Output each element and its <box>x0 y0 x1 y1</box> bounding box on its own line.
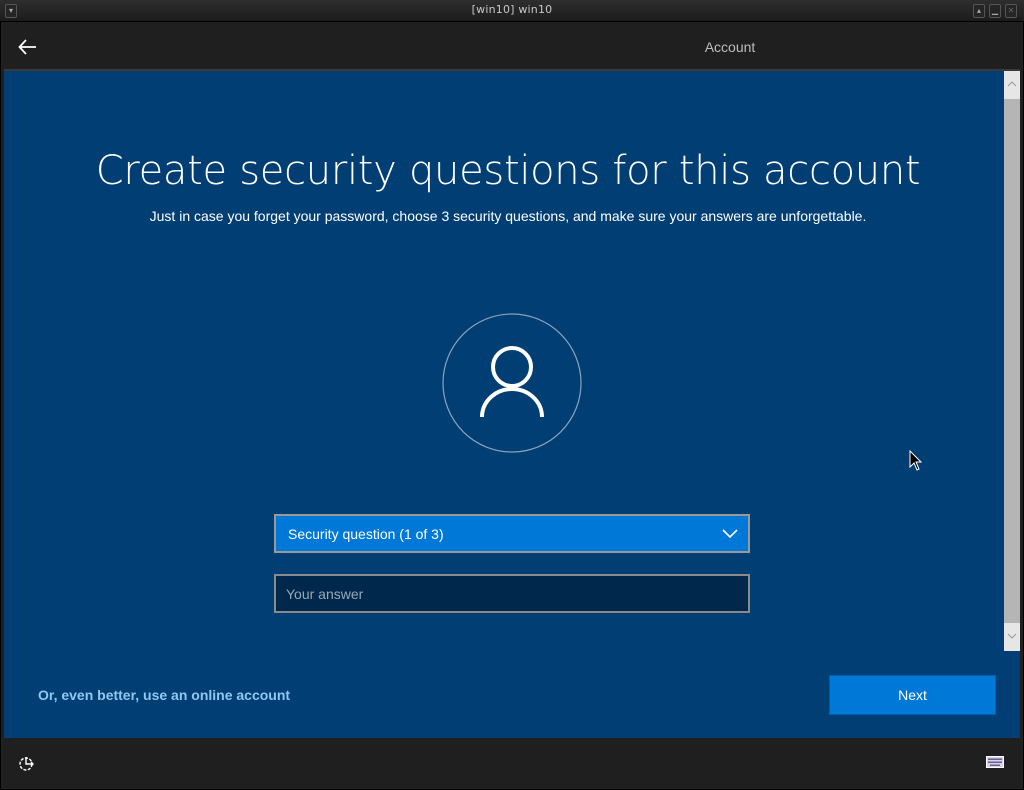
window-titlebar: ▾ [win10] win10 ▴ ▁ ✕ <box>0 0 1024 22</box>
oobe-topbar: Account <box>4 23 1020 71</box>
window-title: [win10] win10 <box>471 3 553 16</box>
tab-account-label: Account <box>704 39 756 55</box>
next-button[interactable]: Next <box>829 675 996 715</box>
page-title: Create security questions for this accou… <box>95 148 921 194</box>
window-close-button[interactable]: ✕ <box>1005 4 1017 18</box>
ease-of-access-icon[interactable] <box>18 754 36 772</box>
oobe-bottombar <box>4 738 1020 786</box>
keyboard-icon[interactable] <box>986 756 1004 768</box>
chevron-down-icon <box>722 529 738 539</box>
content-edge <box>1004 651 1020 738</box>
chevron-up-icon <box>1007 81 1017 87</box>
online-account-link[interactable]: Or, even better, use an online account <box>38 687 290 703</box>
security-question-select[interactable]: Security question (1 of 3) <box>274 514 750 553</box>
scroll-up-button[interactable] <box>1004 71 1020 99</box>
mouse-cursor <box>909 450 923 471</box>
security-answer-input[interactable] <box>274 574 750 613</box>
back-button[interactable] <box>16 35 40 59</box>
window-shade-button[interactable]: ▴ <box>973 4 985 18</box>
tab-account: Account <box>633 23 827 71</box>
security-question-value: Security question (1 of 3) <box>288 526 444 542</box>
user-icon <box>442 313 582 453</box>
scroll-down-button[interactable] <box>1004 623 1020 651</box>
back-arrow-icon <box>18 39 36 55</box>
page-subtitle: Just in case you forget your password, c… <box>149 208 867 224</box>
chevron-down-icon <box>1007 633 1017 639</box>
window-minimize-button[interactable]: ▁ <box>989 4 1001 18</box>
